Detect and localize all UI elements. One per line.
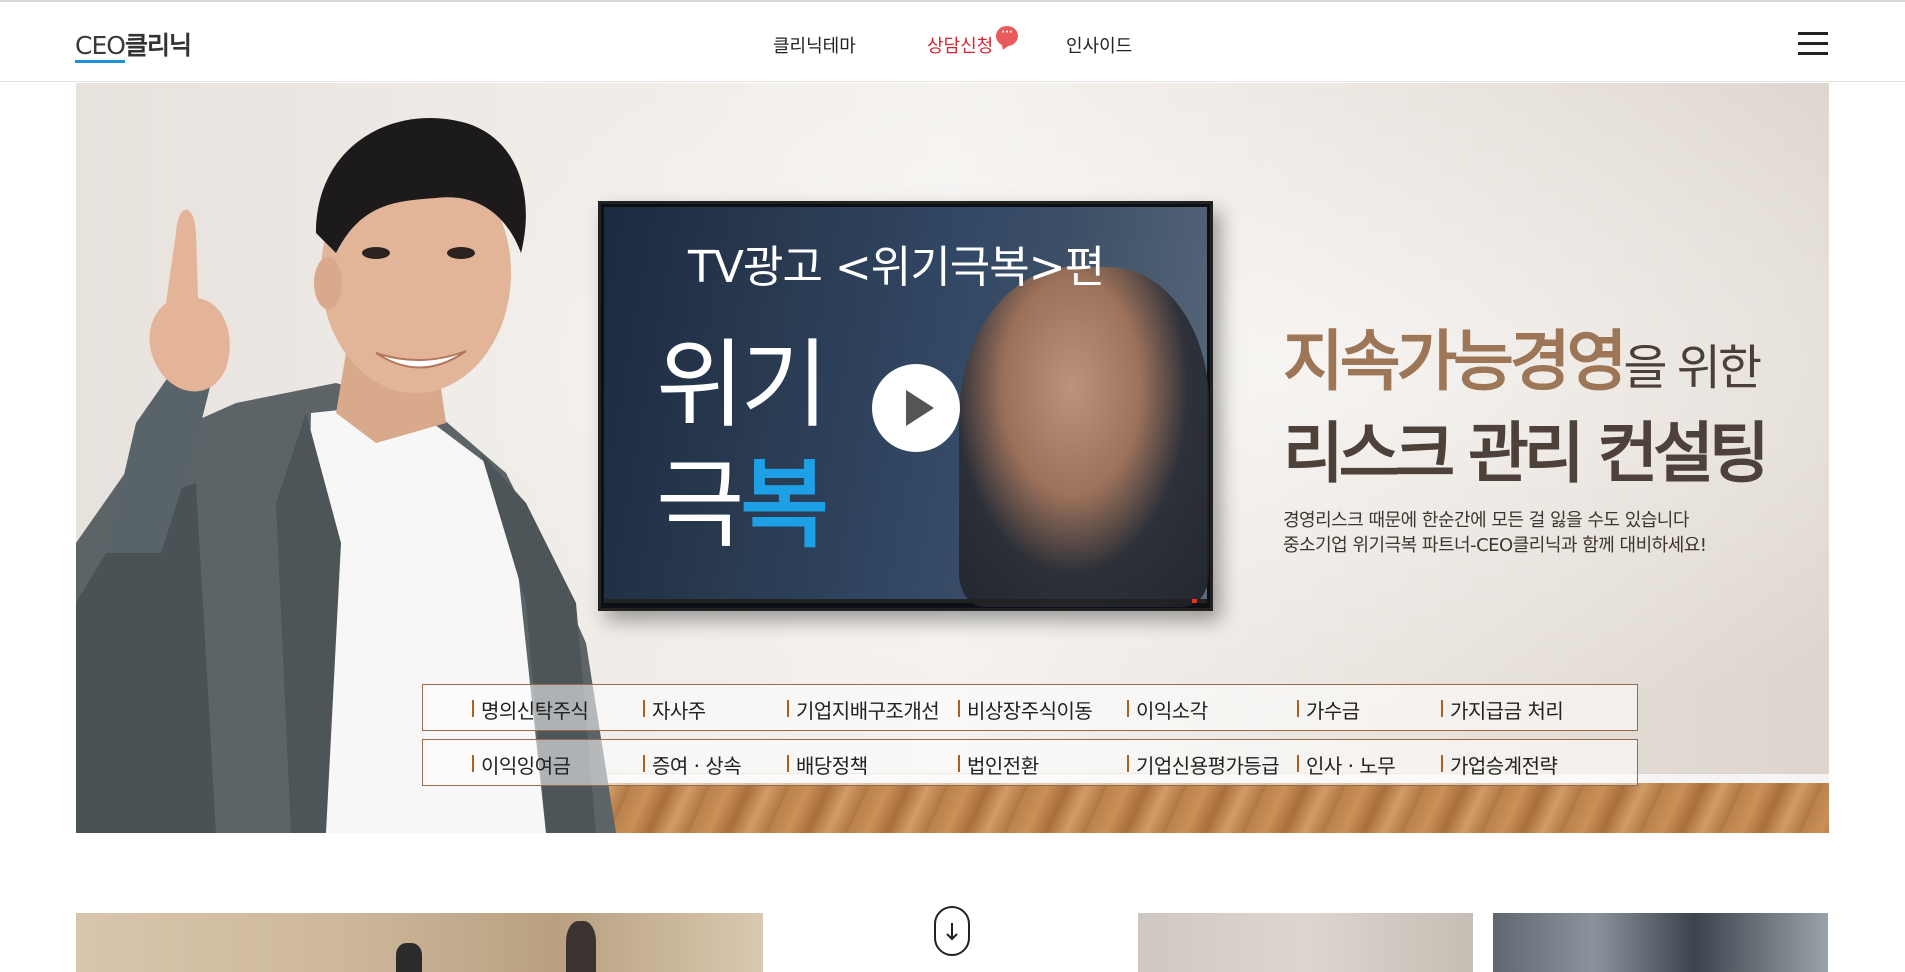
video-progress-bar: [604, 599, 1207, 603]
video-headline-plain: 극: [656, 449, 744, 561]
keyword-link[interactable]: 기업신용평가등급: [1127, 750, 1280, 779]
content-card-image-middle[interactable]: [1138, 913, 1473, 972]
tv-ad-video[interactable]: TV광고 <위기극복>편 위기 극복: [598, 201, 1213, 611]
keyword-link[interactable]: 기업지배구조개선: [787, 695, 940, 724]
card-figure: [566, 921, 596, 972]
keyword-link[interactable]: 가지급금 처리: [1441, 695, 1564, 724]
keyword-link[interactable]: 배당정책: [787, 750, 868, 779]
hero-headline-strong: 지속가능경영: [1283, 323, 1627, 400]
content-card-image-right[interactable]: [1493, 913, 1828, 972]
keyword-link[interactable]: 자사주: [643, 695, 706, 724]
keyword-row-1: 명의신탁주식 자사주 기업지배구조개선 비상장주식이동 이익소각 가수금 가지급…: [422, 684, 1638, 731]
hero-headline-line1: 지속가능경영을 위한: [1283, 308, 1823, 404]
play-icon[interactable]: [872, 364, 960, 452]
keyword-link[interactable]: 이익잉여금: [472, 750, 571, 779]
nav-inside[interactable]: 인사이드: [1066, 32, 1132, 58]
card-figure: [396, 943, 422, 972]
video-title: TV광고 <위기극복>편: [688, 242, 1105, 293]
content-card-image-left[interactable]: [76, 913, 763, 972]
logo-clinic-text: 클리닉: [124, 31, 192, 60]
video-actor-image: [959, 267, 1209, 607]
nav-clinic-theme[interactable]: 클리닉테마: [773, 32, 856, 58]
scroll-down-button[interactable]: [934, 906, 970, 956]
video-headline-line2: 극복: [656, 427, 829, 566]
hero-banner: TV광고 <위기극복>편 위기 극복 지속가능경영을 위한 리스크 관리 컨설팅…: [76, 83, 1829, 833]
site-logo[interactable]: CEO클리닉: [75, 26, 192, 63]
keyword-link[interactable]: 법인전환: [958, 750, 1039, 779]
video-screen: TV광고 <위기극복>편 위기 극복: [604, 207, 1209, 607]
keyword-row-2: 이익잉여금 증여 · 상속 배당정책 법인전환 기업신용평가등급 인사 · 노무…: [422, 739, 1638, 786]
hero-description-line2: 중소기업 위기극복 파트너-CEO클리닉과 함께 대비하세요!: [1283, 535, 1707, 556]
keyword-link[interactable]: 비상장주식이동: [958, 695, 1093, 724]
arrow-down-icon: [946, 923, 958, 941]
hero-headline-line2: 리스크 관리 컨설팅: [1283, 415, 1770, 492]
keyword-link[interactable]: 증여 · 상속: [643, 750, 742, 779]
video-headline-line1: 위기: [656, 329, 829, 441]
keyword-link[interactable]: 이익소각: [1127, 695, 1208, 724]
keyword-link[interactable]: 가업승계전략: [1441, 750, 1558, 779]
keyword-link[interactable]: 인사 · 노무: [1297, 750, 1396, 779]
hamburger-menu-icon[interactable]: [1798, 32, 1828, 56]
keyword-link[interactable]: 명의신탁주식: [472, 695, 589, 724]
keyword-link[interactable]: 가수금: [1297, 695, 1360, 724]
site-header: CEO클리닉 클리닉테마 상담신청 ··· 인사이드: [0, 2, 1905, 82]
hero-headline-tail: 을 위한: [1623, 340, 1762, 396]
hero-copy: 지속가능경영을 위한 리스크 관리 컨설팅 경영리스크 때문에 한순간에 모든 …: [1283, 308, 1823, 558]
nav-consultation-request[interactable]: 상담신청: [927, 32, 993, 58]
logo-ceo-text: CEO: [75, 31, 126, 63]
video-headline-highlight: 복: [740, 449, 828, 561]
hero-description: 경영리스크 때문에 한순간에 모든 걸 잃을 수도 있습니다 중소기업 위기극복…: [1283, 508, 1823, 558]
hero-description-line1: 경영리스크 때문에 한순간에 모든 걸 잃을 수도 있습니다: [1283, 510, 1689, 531]
chat-bubble-icon: ···: [996, 26, 1018, 46]
